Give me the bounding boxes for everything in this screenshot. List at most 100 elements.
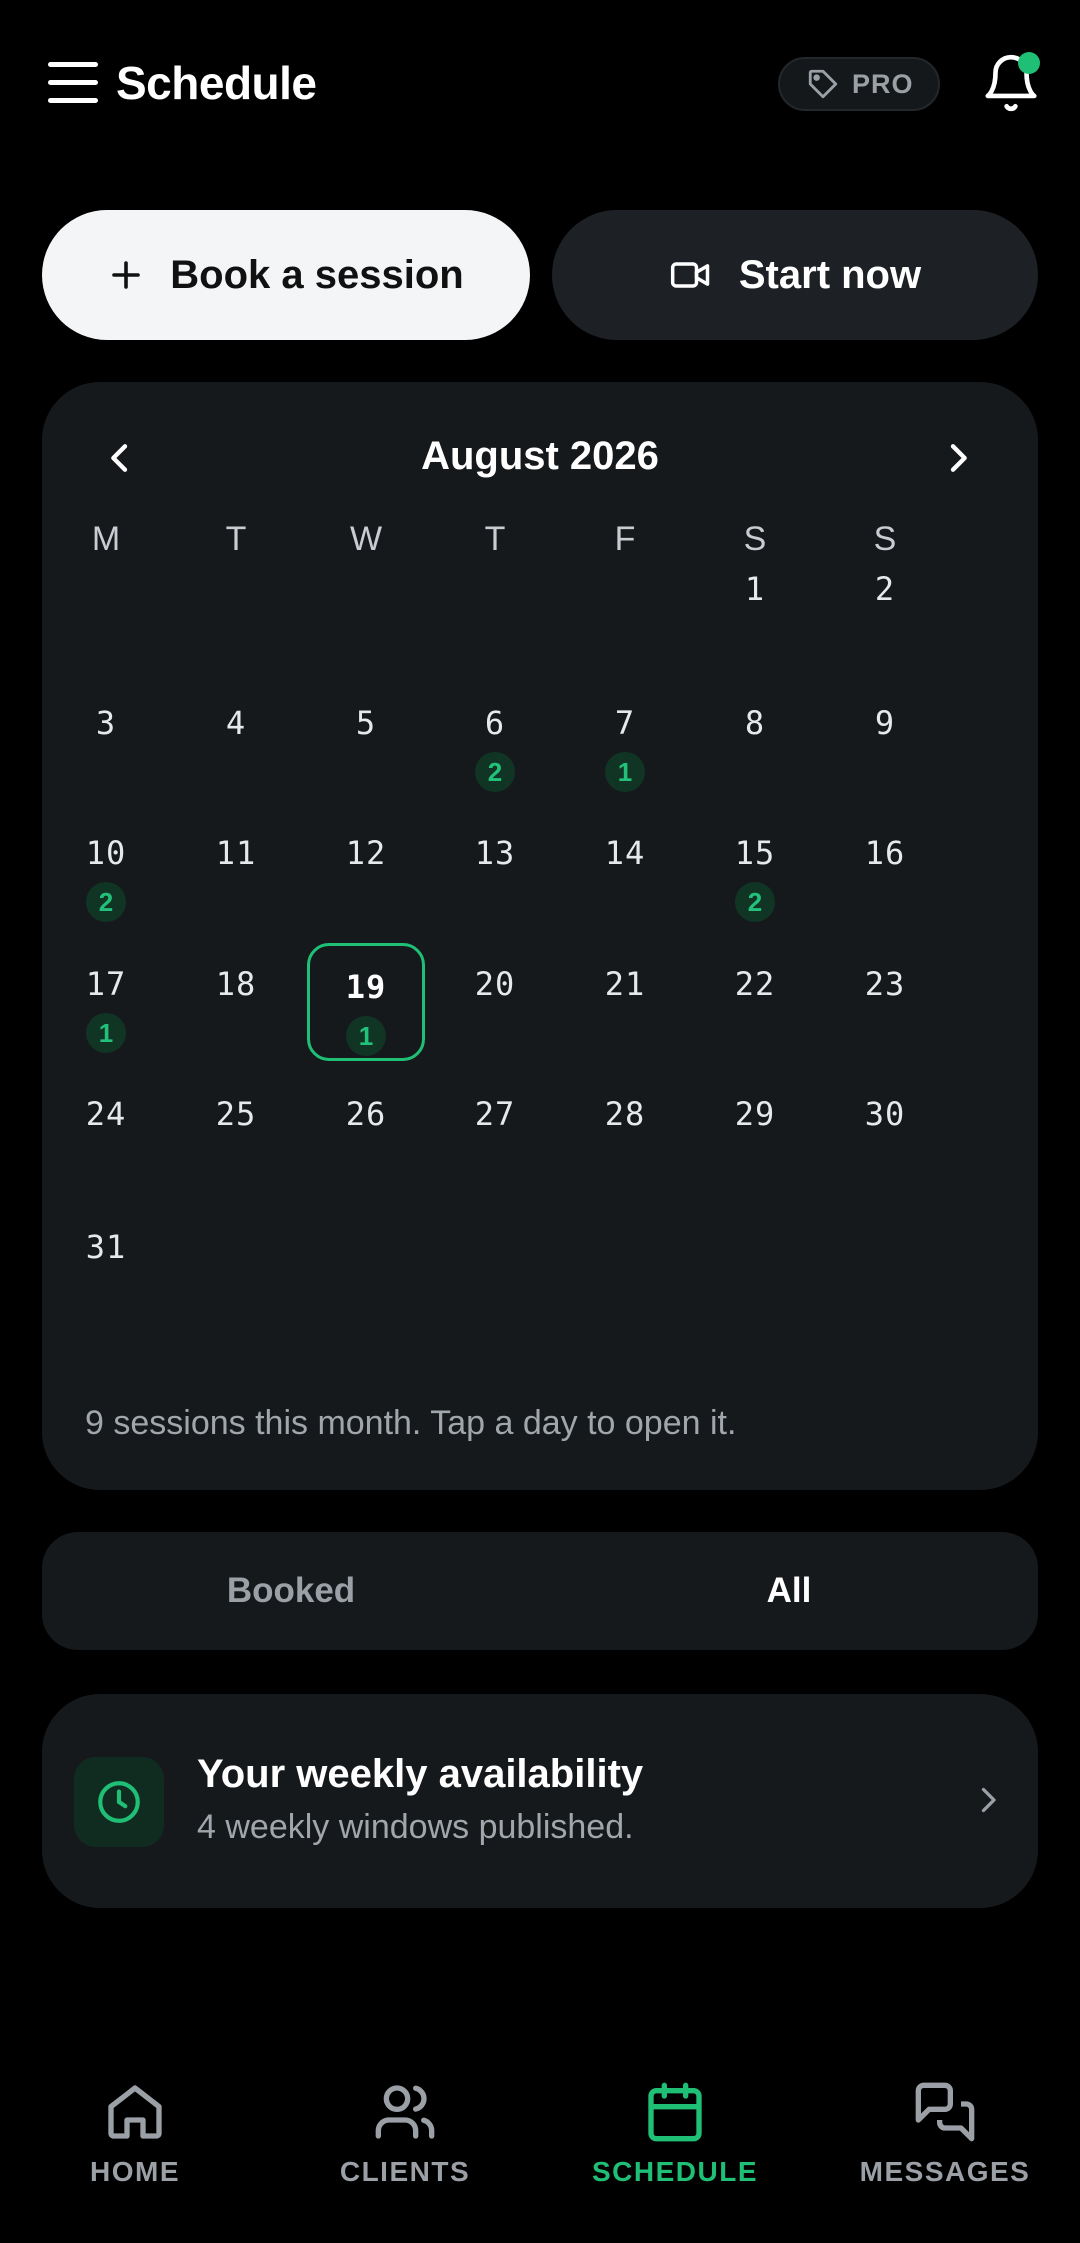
weekday-label: M xyxy=(91,520,121,558)
weekday-label: W xyxy=(349,520,383,558)
day-number: 15 xyxy=(734,834,776,872)
day-number: 17 xyxy=(85,965,127,1003)
home-icon xyxy=(108,2085,162,2139)
calendar-day[interactable]: 1 xyxy=(696,548,814,666)
clients-icon xyxy=(375,2085,435,2139)
calendar-day[interactable]: 21 xyxy=(566,943,684,1061)
nav-clients[interactable]: CLIENTS xyxy=(285,2080,525,2220)
calendar-day[interactable]: 22 xyxy=(696,943,814,1061)
day-number: 3 xyxy=(95,704,117,742)
calendar-day[interactable]: 27 xyxy=(436,1073,554,1191)
session-count-badge: 2 xyxy=(86,882,126,922)
day-number: 29 xyxy=(734,1095,776,1133)
day-number: 22 xyxy=(734,965,776,1003)
day-number: 8 xyxy=(744,704,766,742)
calendar-day[interactable]: 17 1 xyxy=(47,943,165,1061)
day-number: 5 xyxy=(355,704,377,742)
messages-icon xyxy=(915,2082,975,2142)
nav-messages-label: MESSAGES xyxy=(859,2156,1031,2187)
calendar-day[interactable]: 62 xyxy=(436,682,554,800)
day-number: 16 xyxy=(864,834,906,872)
pro-label: PRO xyxy=(852,68,914,99)
calendar-day[interactable]: 13 xyxy=(436,812,554,930)
calendar-day[interactable]: 2 xyxy=(826,548,944,666)
calendar-day[interactable]: 25 xyxy=(177,1073,295,1191)
weekday-label: T xyxy=(225,520,247,558)
start-now-button[interactable]: Start now xyxy=(552,210,1038,340)
calendar-day[interactable]: 71 xyxy=(566,682,684,800)
weekly-availability-card[interactable]: Your weekly availability 4 weekly window… xyxy=(42,1694,1038,1908)
notification-dot xyxy=(1018,52,1040,74)
day-number: 28 xyxy=(604,1095,646,1133)
calendar-day[interactable]: 23 xyxy=(826,943,944,1061)
app-header: Schedule PRO xyxy=(0,0,1080,170)
day-number: 7 xyxy=(614,704,636,742)
day-number: 23 xyxy=(864,965,906,1003)
bottom-nav: HOME CLIENTS SCHEDULE MESSAGES xyxy=(0,2080,1080,2243)
chevron-right-icon[interactable] xyxy=(938,438,978,478)
calendar-day[interactable]: 30 xyxy=(826,1073,944,1191)
calendar-day[interactable]: 5 xyxy=(307,682,425,800)
calendar-day[interactable]: 28 xyxy=(566,1073,684,1191)
day-number: 30 xyxy=(864,1095,906,1133)
clock-icon xyxy=(74,1757,164,1847)
nav-schedule-label: SCHEDULE xyxy=(591,2156,758,2187)
day-number: 4 xyxy=(225,704,247,742)
calendar-day[interactable]: 14 xyxy=(566,812,684,930)
video-camera-icon xyxy=(670,262,710,288)
day-number: 10 xyxy=(85,834,127,872)
nav-clients-label: CLIENTS xyxy=(339,2156,471,2187)
nav-schedule[interactable]: SCHEDULE xyxy=(555,2080,795,2220)
day-number: 11 xyxy=(215,834,257,872)
filter-booked[interactable]: Booked xyxy=(42,1532,540,1650)
calendar-day[interactable]: 29 xyxy=(696,1073,814,1191)
session-count-badge: 1 xyxy=(346,1016,386,1056)
calendar-day[interactable]: 31 xyxy=(47,1206,165,1324)
calendar-day[interactable]: 20 xyxy=(436,943,554,1061)
calendar-day[interactable]: 3 xyxy=(47,682,165,800)
calendar-day[interactable]: 8 xyxy=(696,682,814,800)
day-number: 18 xyxy=(215,965,257,1003)
availability-title: Your weekly availability xyxy=(197,1752,644,1796)
calendar-day[interactable]: 11 xyxy=(177,812,295,930)
day-number: 27 xyxy=(474,1095,516,1133)
nav-home-label: HOME xyxy=(90,2156,180,2187)
session-count-badge: 2 xyxy=(475,752,515,792)
calendar-card: August 2026 MTWTFSS 1 2 3 4 5 6 2 7 1 8 9 10 2 11 12 13… xyxy=(42,382,1038,1490)
session-filter: Booked All xyxy=(42,1532,1038,1650)
day-number: 20 xyxy=(474,965,516,1003)
calendar-day[interactable]: 18 xyxy=(177,943,295,1061)
calendar-day[interactable]: 26 xyxy=(307,1073,425,1191)
session-count-badge: 1 xyxy=(605,752,645,792)
calendar-day[interactable]: 9 xyxy=(826,682,944,800)
nav-home[interactable]: HOME xyxy=(15,2080,255,2220)
filter-all[interactable]: All xyxy=(540,1532,1038,1650)
day-number: 12 xyxy=(345,834,387,872)
nav-messages[interactable]: MESSAGES xyxy=(825,2080,1065,2220)
calendar-day[interactable]: 10 2 xyxy=(47,812,165,930)
day-number: 14 xyxy=(604,834,646,872)
calendar-day-selected[interactable]: 19 1 xyxy=(307,943,425,1061)
calendar-day[interactable]: 4 xyxy=(177,682,295,800)
session-count-badge: 1 xyxy=(86,1013,126,1053)
page-title: Schedule xyxy=(116,57,317,109)
day-number: 24 xyxy=(85,1095,127,1133)
session-count-badge: 2 xyxy=(735,882,775,922)
calendar-day[interactable]: 24 xyxy=(47,1073,165,1191)
day-number: 21 xyxy=(604,965,646,1003)
weekday-label: F xyxy=(614,520,636,558)
tag-icon xyxy=(808,69,838,99)
calendar-day[interactable]: 12 xyxy=(307,812,425,930)
availability-subtitle: 4 weekly windows published. xyxy=(197,1808,634,1846)
day-number: 31 xyxy=(85,1228,127,1266)
weekday-label: T xyxy=(484,520,506,558)
calendar-day[interactable]: 15 2 xyxy=(696,812,814,930)
pro-badge[interactable]: PRO xyxy=(778,57,940,111)
calendar-day[interactable]: 16 xyxy=(826,812,944,930)
day-number: 19 xyxy=(345,968,387,1006)
start-now-label: Start now xyxy=(738,252,922,297)
book-session-button[interactable]: Book a session xyxy=(42,210,530,340)
calendar-summary: 9 sessions this month. Tap a day to open… xyxy=(85,1404,737,1442)
menu-icon[interactable] xyxy=(48,60,98,106)
book-session-label: Book a session xyxy=(170,252,464,297)
